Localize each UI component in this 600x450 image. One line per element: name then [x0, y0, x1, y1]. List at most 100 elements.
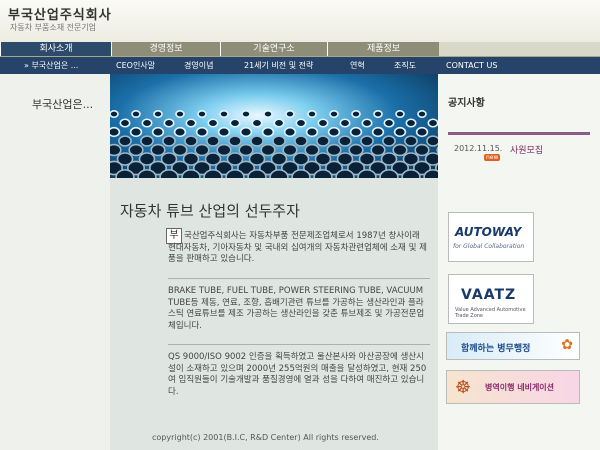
notice-date: 2012.11.15. — [454, 144, 503, 153]
tube-end — [426, 135, 438, 147]
tab-management-info[interactable]: 경영정보 — [111, 42, 220, 56]
sub-nav-organization[interactable]: 조직도 — [394, 57, 416, 74]
tube-end — [159, 169, 179, 178]
tab-research-center[interactable]: 기술연구소 — [220, 42, 327, 56]
tube-end — [326, 143, 342, 157]
vaatz-banner[interactable]: VAATZ Value Advanced Automotive Trade Zo… — [448, 274, 534, 324]
tube-end — [349, 126, 363, 138]
tube-end — [195, 126, 209, 138]
tube-end — [153, 109, 163, 118]
site-header: 부국산업주식회사 자동차 부품소재 전문기업 — [0, 0, 600, 42]
copyright-text: copyright(c) 2001(B.I.C, R&D Center) All… — [152, 433, 379, 442]
ship-wheel-icon: ☸ — [455, 377, 472, 398]
military-banner-text: 함께하는 병무행정 — [461, 344, 531, 354]
tube-end — [194, 143, 210, 157]
tube-end — [184, 135, 198, 147]
tube-end — [335, 169, 355, 178]
navigation-banner-text: 병역이행 네비게이션 — [485, 383, 555, 392]
tube-end — [415, 126, 429, 138]
tube-end — [283, 126, 297, 138]
page-title: 자동차 튜브 산업의 선두주자 — [120, 202, 300, 220]
tube-end — [261, 126, 275, 138]
quality-paragraph: QS 9000/ISO 9002 인증을 획득하였고 울산본사와 아산공장에 생… — [168, 352, 427, 397]
military-emblem-icon: ✿ — [561, 337, 573, 353]
tube-end — [247, 169, 267, 178]
tube-end — [128, 143, 144, 157]
tube-end — [295, 118, 307, 128]
tube-end — [110, 110, 119, 118]
tube-end — [119, 118, 131, 128]
tube-end — [115, 169, 135, 178]
tube-end — [172, 143, 188, 157]
tube-end — [379, 169, 399, 178]
tube-end — [260, 143, 276, 157]
tube-end — [263, 109, 273, 118]
tube-end — [228, 135, 242, 147]
tube-end — [110, 126, 121, 138]
sub-nav-vision[interactable]: 21세기 비전 및 전략 — [244, 57, 313, 74]
tube-end — [273, 118, 285, 128]
tube-end — [383, 118, 395, 128]
sub-nav-history[interactable]: 연혁 — [350, 57, 365, 74]
tube-end — [216, 143, 232, 157]
tube-end — [361, 118, 373, 128]
tube-end — [272, 135, 286, 147]
tube-end — [317, 118, 329, 128]
tube-end — [395, 109, 405, 118]
vaatz-title: VAATZ — [461, 287, 517, 303]
product-paragraph: BRAKE TUBE, FUEL TUBE, POWER STEERING TU… — [168, 286, 425, 331]
tube-end — [163, 118, 175, 128]
tube-end — [417, 109, 427, 118]
tube-end — [304, 143, 320, 157]
tube-end — [219, 109, 229, 118]
military-navigation-banner[interactable]: ☸ 병역이행 네비게이션 — [446, 370, 580, 404]
tube-end — [401, 169, 421, 178]
tube-bundle-graphic — [110, 109, 438, 178]
sub-nav-current[interactable]: » 부국산업은 ... — [24, 57, 78, 74]
tube-end — [239, 126, 253, 138]
tube-end — [141, 118, 153, 128]
sub-nav-philosophy[interactable]: 경영이념 — [184, 57, 213, 74]
tube-hero-image — [110, 74, 438, 178]
tube-end — [371, 126, 385, 138]
autoway-banner[interactable]: AUTOWAY for Global Collaboration — [448, 212, 534, 262]
tube-end — [162, 135, 176, 147]
right-column: 공지사항 2012.11.15. 사원모집 new AUTOWAY for Gl… — [438, 74, 600, 450]
tube-end — [414, 143, 430, 157]
tube-end — [269, 169, 289, 178]
company-logo[interactable]: 부국산업주식회사 — [8, 4, 112, 23]
tube-end — [225, 169, 245, 178]
sub-nav-contact[interactable]: CONTACT US — [446, 57, 497, 74]
tube-end — [217, 126, 231, 138]
divider — [168, 278, 430, 279]
tube-end — [291, 169, 311, 178]
sub-nav-ceo-message[interactable]: CEO인사말 — [116, 57, 155, 74]
tube-end — [370, 143, 386, 157]
tube-end — [393, 126, 407, 138]
tube-end — [351, 109, 361, 118]
page-breadcrumb: 부국산업은... — [32, 98, 94, 111]
notice-item-link[interactable]: 사원모집 — [510, 143, 543, 156]
tube-end — [131, 109, 141, 118]
tube-end — [238, 143, 254, 157]
tube-end — [185, 118, 197, 128]
tube-end — [405, 118, 417, 128]
tube-end — [427, 118, 438, 128]
sub-nav: » 부국산업은 ... CEO인사말 경영이념 21세기 비전 및 전략 연혁 … — [0, 57, 600, 74]
military-admin-banner[interactable]: 함께하는 병무행정 ✿ — [446, 332, 580, 360]
tube-end — [203, 169, 223, 178]
tube-end — [118, 135, 132, 147]
tab-product-info[interactable]: 제품정보 — [327, 42, 439, 56]
tube-end — [338, 135, 352, 147]
tube-end — [181, 169, 201, 178]
tab-company-intro[interactable]: 회사소개 — [0, 42, 111, 56]
main-nav: 회사소개 경영정보 기술연구소 제품정보 — [0, 42, 600, 57]
tube-end — [197, 109, 207, 118]
tube-end — [404, 135, 418, 147]
tube-end — [348, 143, 364, 157]
tube-end — [206, 135, 220, 147]
tube-end — [373, 109, 383, 118]
divider — [168, 344, 430, 345]
tube-end — [129, 126, 143, 138]
tube-end — [285, 109, 295, 118]
